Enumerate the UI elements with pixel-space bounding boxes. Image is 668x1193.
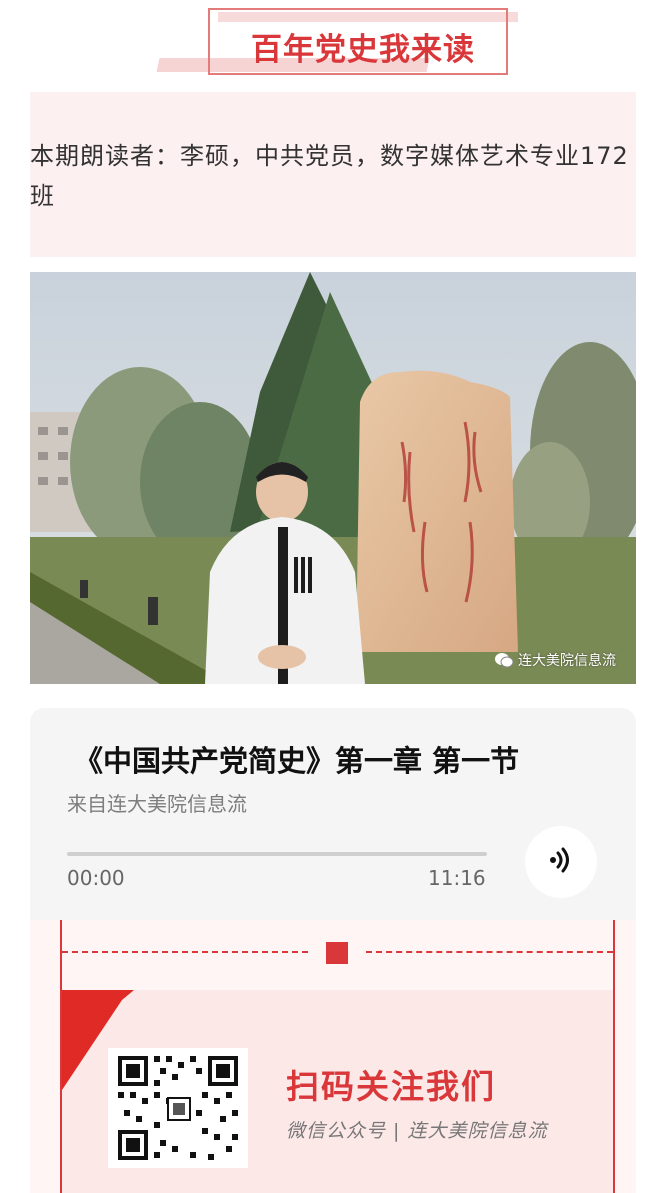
audio-current-time: 00:00 <box>67 866 125 890</box>
reader-info-box: 本期朗读者：李硕，中共党员，数字媒体艺术专业172班 <box>30 92 636 257</box>
footer-left-rule <box>60 920 62 1193</box>
audio-total-time: 11:16 <box>428 866 486 890</box>
audio-player[interactable]: 《中国共产党简史》第一章 第一节 来自连大美院信息流 00:00 11:16 <box>30 708 636 920</box>
follow-us-section: 扫码关注我们 微信公众号 | 连大美院信息流 <box>30 920 636 1193</box>
follow-heading: 扫码关注我们 <box>286 1067 496 1106</box>
audio-play-button[interactable] <box>525 826 597 898</box>
audio-source: 来自连大美院信息流 <box>67 792 247 816</box>
footer-dashed-line-right <box>366 951 613 953</box>
footer-right-rule <box>613 920 615 1193</box>
footer-square-decor <box>326 942 348 964</box>
follow-subtitle: 微信公众号 | 连大美院信息流 <box>286 1120 548 1142</box>
photo-illustration <box>30 272 636 684</box>
audio-title: 《中国共产党简史》第一章 第一节 <box>74 744 520 778</box>
wechat-icon <box>494 652 514 668</box>
audio-progress-bar[interactable] <box>67 852 487 856</box>
footer-dashed-line-left <box>62 951 308 953</box>
speaker-wave-icon <box>546 845 576 879</box>
page-title: 百年党史我来读 <box>251 31 475 68</box>
reader-info-text: 本期朗读者：李硕，中共党员，数字媒体艺术专业172班 <box>30 142 629 210</box>
watermark-text: 连大美院信息流 <box>518 653 616 669</box>
header-banner: 百年党史我来读 <box>0 0 668 90</box>
qr-code-graphic <box>108 1048 248 1168</box>
photo-watermark: 连大美院信息流 <box>494 650 616 670</box>
qr-code[interactable] <box>108 1048 248 1168</box>
reader-photo: 连大美院信息流 <box>30 272 636 684</box>
